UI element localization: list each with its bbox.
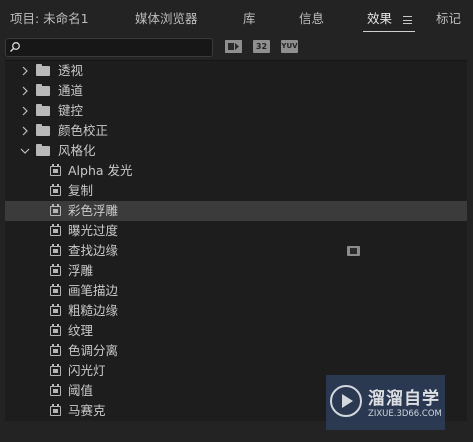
effect-icon bbox=[50, 264, 61, 276]
effect-label: 画笔描边 bbox=[68, 283, 119, 298]
effect-row[interactable]: 画笔描边 bbox=[5, 281, 467, 301]
effect-label: 色调分离 bbox=[68, 343, 119, 358]
folder-icon bbox=[36, 64, 50, 76]
effect-row[interactable]: 曝光过度 bbox=[5, 221, 467, 241]
effect-icon bbox=[50, 384, 61, 396]
effect-row[interactable]: 查找边缘 bbox=[5, 241, 467, 261]
folder-label: 键控 bbox=[58, 103, 84, 118]
folder-label: 颜色校正 bbox=[58, 123, 109, 138]
chevron-right-icon[interactable] bbox=[20, 106, 30, 116]
folder-icon bbox=[36, 84, 50, 96]
32-bit-color-icon[interactable]: 32 bbox=[253, 40, 270, 53]
search-icon bbox=[10, 42, 20, 52]
tab-markers[interactable]: 标记 bbox=[436, 9, 461, 29]
tab-effects[interactable]: 效果 bbox=[367, 9, 392, 29]
effect-row[interactable]: Alpha 发光 bbox=[5, 161, 467, 181]
effect-icon bbox=[50, 244, 61, 256]
effects-toolbar: 32 YUV bbox=[0, 34, 473, 60]
folder-icon bbox=[36, 104, 50, 116]
effect-label: 纹理 bbox=[68, 323, 94, 338]
effect-label: 浮雕 bbox=[68, 263, 94, 278]
folder-label: 透视 bbox=[58, 63, 84, 78]
tab-media-browser[interactable]: 媒体浏览器 bbox=[135, 9, 198, 29]
effect-label: 闪光灯 bbox=[68, 363, 106, 378]
chevron-right-icon[interactable] bbox=[20, 126, 30, 136]
folder-label: 风格化 bbox=[58, 143, 96, 158]
folder-label: 通道 bbox=[58, 83, 84, 98]
effect-row[interactable]: 粗糙边缘 bbox=[5, 301, 467, 321]
accelerated-effects-icon[interactable] bbox=[225, 40, 242, 53]
effect-label: 粗糙边缘 bbox=[68, 303, 119, 318]
folder-row-perspective[interactable]: 透视 bbox=[5, 61, 467, 81]
chevron-down-icon[interactable] bbox=[20, 146, 30, 156]
effect-icon bbox=[50, 324, 61, 336]
panel-tab-bar: 项目: 未命名1 媒体浏览器 库 信息 效果 标记 bbox=[0, 0, 473, 34]
chevron-right-icon[interactable] bbox=[20, 66, 30, 76]
effect-icon bbox=[50, 284, 61, 296]
folder-row-color-correction[interactable]: 颜色校正 bbox=[5, 121, 467, 141]
effect-row-selected[interactable]: 彩色浮雕 bbox=[5, 201, 467, 221]
watermark-url: ZIXUE.3D66.COM bbox=[368, 409, 442, 419]
tab-project[interactable]: 项目: 未命名1 bbox=[10, 9, 89, 29]
effect-icon bbox=[50, 344, 61, 356]
folder-row-keying[interactable]: 键控 bbox=[5, 101, 467, 121]
watermark-title: 溜溜自学 bbox=[368, 389, 440, 409]
effects-tree: 透视 通道 键控 颜色校正 风格化 Alpha 发光 复制 彩色浮雕 曝光过度 … bbox=[5, 60, 467, 421]
chevron-right-icon[interactable] bbox=[20, 86, 30, 96]
effect-row[interactable]: 浮雕 bbox=[5, 261, 467, 281]
tab-info[interactable]: 信息 bbox=[299, 9, 324, 29]
effect-icon bbox=[50, 304, 61, 316]
effect-row[interactable]: 纹理 bbox=[5, 321, 467, 341]
play-logo-icon bbox=[330, 385, 362, 417]
folder-icon bbox=[36, 144, 50, 156]
effect-icon bbox=[50, 164, 61, 176]
tab-libraries[interactable]: 库 bbox=[243, 9, 256, 29]
watermark: 溜溜自学 ZIXUE.3D66.COM bbox=[326, 375, 445, 430]
effect-label: 查找边缘 bbox=[68, 243, 119, 258]
effect-label: 彩色浮雕 bbox=[68, 203, 119, 218]
effect-label: 阈值 bbox=[68, 383, 94, 398]
effect-label: 曝光过度 bbox=[68, 223, 119, 238]
accelerated-effect-icon bbox=[347, 246, 360, 256]
effect-row[interactable]: 复制 bbox=[5, 181, 467, 201]
effect-icon bbox=[50, 364, 61, 376]
folder-row-stylize[interactable]: 风格化 bbox=[5, 141, 467, 161]
effect-icon bbox=[50, 404, 61, 416]
effect-icon bbox=[50, 204, 61, 216]
panel-menu-icon[interactable] bbox=[403, 16, 412, 24]
effect-label: 复制 bbox=[68, 183, 94, 198]
effect-row[interactable]: 色调分离 bbox=[5, 341, 467, 361]
active-tab-indicator bbox=[363, 31, 415, 32]
effect-label: 马赛克 bbox=[68, 403, 106, 418]
effect-icon bbox=[50, 184, 61, 196]
effect-icon bbox=[50, 224, 61, 236]
yuv-effects-icon[interactable]: YUV bbox=[281, 40, 298, 53]
effect-label: Alpha 发光 bbox=[68, 163, 133, 178]
folder-icon bbox=[36, 124, 50, 136]
folder-row-channel[interactable]: 通道 bbox=[5, 81, 467, 101]
search-input[interactable] bbox=[5, 38, 213, 57]
